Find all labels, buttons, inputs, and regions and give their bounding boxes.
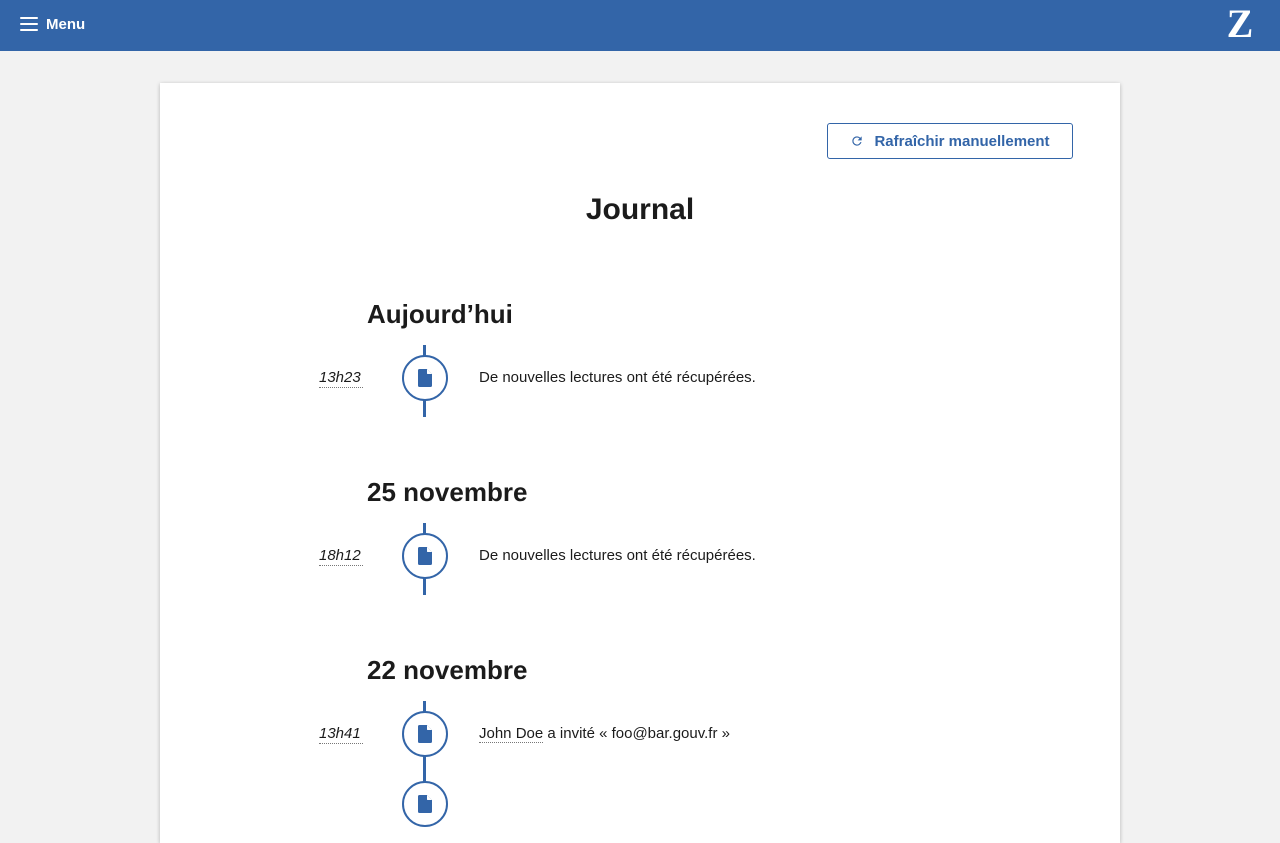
day-heading-25-nov: 25 novembre bbox=[367, 477, 528, 507]
journal-card: Rafraîchir manuellement Journal Aujourd’… bbox=[160, 83, 1120, 843]
app-logo[interactable]: Z bbox=[1224, 4, 1256, 44]
refresh-button[interactable]: Rafraîchir manuellement bbox=[827, 123, 1073, 159]
day-heading-today: Aujourd’hui bbox=[367, 299, 513, 329]
event-description: De nouvelles lectures ont été récupérées… bbox=[479, 369, 756, 386]
menu-button[interactable]: Menu bbox=[20, 12, 85, 36]
top-bar: Menu Z bbox=[0, 0, 1280, 51]
page-title: Journal bbox=[585, 193, 695, 226]
refresh-icon bbox=[852, 136, 863, 146]
refresh-label: Rafraîchir manuellement bbox=[874, 132, 1050, 150]
user-name[interactable]: John Doe bbox=[479, 725, 544, 743]
event-time[interactable]: 13h23 bbox=[319, 369, 363, 388]
document-icon bbox=[402, 781, 448, 827]
day-heading-22-nov: 22 novembre bbox=[367, 655, 528, 685]
document-icon bbox=[402, 711, 448, 757]
event-description: De nouvelles lectures ont été récupérées… bbox=[479, 547, 756, 564]
document-icon bbox=[402, 355, 448, 401]
menu-label: Menu bbox=[46, 15, 86, 33]
hamburger-icon bbox=[20, 17, 38, 31]
event-time[interactable]: 18h12 bbox=[319, 547, 363, 566]
event-time[interactable]: 13h41 bbox=[319, 725, 363, 744]
document-icon bbox=[402, 533, 448, 579]
event-description-rest: a invité « foo@bar.gouv.fr » bbox=[543, 725, 730, 742]
event-description: John Doe a invité « foo@bar.gouv.fr » bbox=[479, 724, 730, 744]
